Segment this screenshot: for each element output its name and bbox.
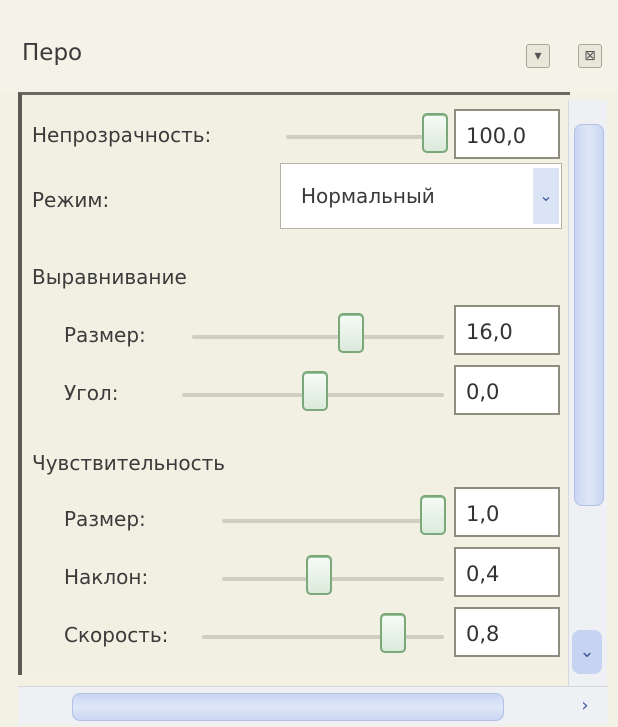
alignment-angle-slider-thumb[interactable] (302, 371, 328, 411)
mode-selected-value: Нормальный (301, 184, 435, 208)
scroll-down-icon[interactable]: ⌄ (572, 630, 602, 674)
sensitivity-speed-slider-track[interactable] (202, 635, 444, 639)
horizontal-scroll-thumb[interactable] (72, 693, 504, 721)
alignment-angle-label: Угол: (64, 381, 119, 405)
sensitivity-size-label: Размер: (64, 507, 146, 531)
sensitivity-speed-slider-thumb[interactable] (380, 613, 406, 653)
sensitivity-speed-value-field[interactable]: 0,8 (454, 607, 560, 657)
vertical-scrollbar[interactable]: ⌄ (568, 100, 607, 686)
alignment-size-slider-track[interactable] (192, 335, 444, 339)
panel-content: Непрозрачность: 100,0 Режим: Нормальный … (18, 92, 570, 675)
sensitivity-tilt-slider-thumb[interactable] (306, 555, 332, 595)
mode-label: Режим: (32, 188, 110, 212)
close-icon[interactable]: ⊠ (578, 44, 602, 68)
alignment-size-label: Размер: (64, 323, 146, 347)
alignment-size-value-field[interactable]: 16,0 (454, 305, 560, 355)
sensitivity-tilt-slider-track[interactable] (222, 577, 444, 581)
sensitivity-tilt-value-field[interactable]: 0,4 (454, 547, 560, 597)
sensitivity-size-value-field[interactable]: 1,0 (454, 487, 560, 537)
alignment-size-slider-thumb[interactable] (338, 313, 364, 353)
sensitivity-speed-label: Скорость: (64, 623, 169, 647)
sensitivity-size-slider-thumb[interactable] (420, 495, 446, 535)
sensitivity-size-slider-track[interactable] (222, 519, 444, 523)
mode-dropdown[interactable]: Нормальный ⌄ (280, 163, 562, 229)
opacity-label: Непрозрачность: (32, 123, 212, 147)
opacity-slider-thumb[interactable] (422, 113, 448, 153)
pen-panel: Перо ▾ ⊠ Непрозрачность: 100,0 Режим: Но… (0, 0, 618, 727)
opacity-value-field[interactable]: 100,0 (454, 109, 560, 159)
sensitivity-heading: Чувствительность (32, 451, 226, 475)
panel-titlebar: Перо ▾ ⊠ (0, 0, 618, 92)
vertical-scroll-thumb[interactable] (574, 124, 604, 506)
sensitivity-tilt-label: Наклон: (64, 565, 149, 589)
chevron-down-icon[interactable]: ⌄ (533, 168, 559, 224)
panel-title: Перо (22, 40, 83, 66)
scroll-right-icon[interactable]: › (570, 691, 600, 721)
horizontal-scrollbar[interactable]: › (18, 686, 608, 725)
alignment-heading: Выравнивание (32, 265, 187, 289)
alignment-angle-value-field[interactable]: 0,0 (454, 365, 560, 415)
pin-icon[interactable]: ▾ (526, 44, 550, 68)
